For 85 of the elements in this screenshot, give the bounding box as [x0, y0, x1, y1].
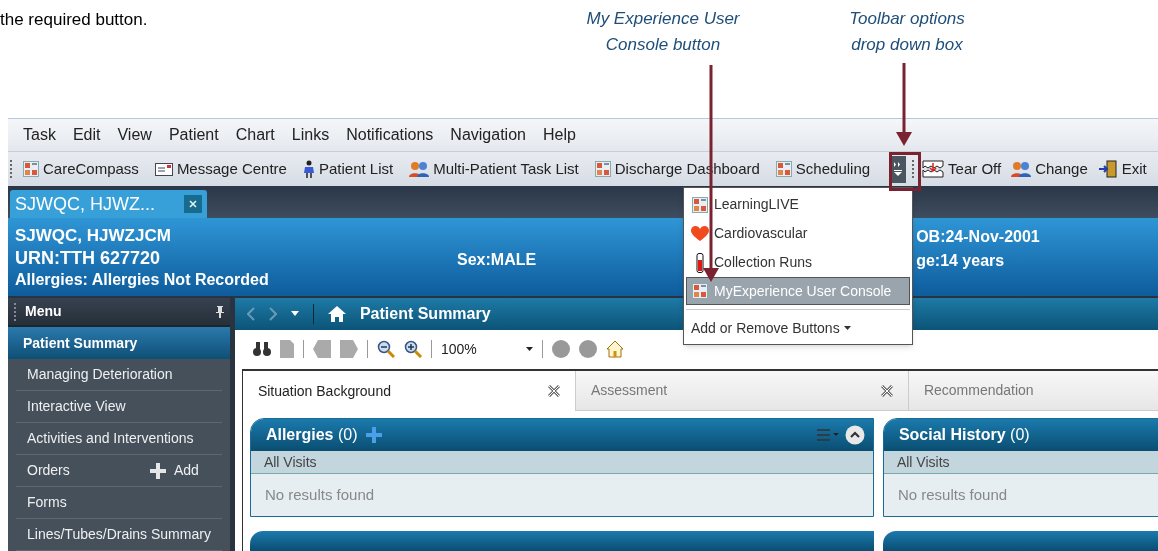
- empty-message: No results found: [897, 484, 1008, 505]
- toolbar-button[interactable]: Change: [1006, 157, 1093, 181]
- chevron-icon: [894, 162, 903, 167]
- menu-item[interactable]: Help: [535, 123, 583, 147]
- menu-item[interactable]: Task: [16, 123, 63, 147]
- dashboard-icon: [692, 196, 708, 213]
- panel-title: Allergies (0): [265, 425, 358, 445]
- grip-handle-icon: [14, 302, 16, 321]
- toolbar-button[interactable]: CareCompass: [15, 157, 147, 181]
- instruction-text: the required button.: [0, 9, 148, 31]
- close-icon[interactable]: [184, 195, 202, 213]
- empty-message: No results found: [264, 484, 375, 505]
- dropdown-item[interactable]: Collection Runs: [686, 248, 910, 277]
- zoom-in-icon[interactable]: [403, 340, 422, 359]
- dashboard-icon: [692, 283, 708, 299]
- toolbar-button[interactable]: Multi-Patient Task List: [401, 157, 587, 181]
- binoculars-icon[interactable]: [252, 342, 271, 357]
- sidebar-item[interactable]: Activities and Interventions: [16, 423, 222, 455]
- panel-title: Social History (0): [898, 425, 1030, 445]
- menu-item[interactable]: Navigation: [443, 123, 533, 147]
- envelope-icon: [154, 162, 173, 176]
- patient-sex: Sex:MALE: [457, 250, 537, 270]
- allergy-status: Allergies: Allergies Not Recorded: [15, 270, 270, 290]
- add-button[interactable]: Add: [149, 460, 211, 481]
- sidebar-item[interactable]: Lines/Tubes/Drains Summary: [16, 519, 222, 551]
- tab[interactable]: Assessment: [574, 371, 908, 411]
- toolbar-button[interactable]: Scheduling: [767, 157, 879, 181]
- circle-icon[interactable]: [551, 340, 570, 359]
- person-icon: [302, 160, 315, 178]
- menu-item[interactable]: Patient: [161, 123, 226, 147]
- pin-icon[interactable]: [215, 305, 224, 318]
- circle-icon[interactable]: [578, 340, 597, 359]
- toolbar-button[interactable]: Message Centre: [146, 157, 295, 181]
- close-icon[interactable]: [880, 384, 893, 397]
- add-icon[interactable]: [365, 427, 382, 443]
- close-icon[interactable]: [547, 385, 560, 397]
- people-icon: [1011, 161, 1032, 177]
- add-remove-buttons-item[interactable]: Add or Remove Buttons: [684, 314, 912, 342]
- callout-label: Toolbar options drop down box: [848, 8, 966, 56]
- sidebar-item[interactable]: Orders Add: [16, 455, 222, 487]
- sidebar-item[interactable]: Forms: [16, 487, 222, 519]
- caret-icon: [843, 326, 851, 330]
- sidebar-item[interactable]: Patient Summary: [8, 327, 230, 360]
- highlight-frame: [889, 152, 921, 191]
- caret-icon[interactable]: [290, 311, 299, 317]
- filter-label: All Visits: [896, 452, 950, 472]
- zoom-out-icon[interactable]: [376, 340, 395, 359]
- sidebar-item[interactable]: Interactive View: [16, 391, 222, 424]
- sidebar-title: Menu: [25, 302, 62, 322]
- filter-label: All Visits: [263, 452, 317, 472]
- caret-icon: [525, 347, 533, 352]
- toolbar-button[interactable]: Tear Off: [917, 157, 1007, 181]
- patient-dob: OB:24-Nov-2001: [916, 227, 1040, 247]
- grip-handle-icon: [10, 160, 12, 178]
- zoom-select[interactable]: 100%: [440, 338, 533, 360]
- plus-icon: [149, 462, 166, 479]
- heart-icon: [691, 225, 709, 242]
- home-icon[interactable]: [327, 305, 346, 322]
- dashboard-icon: [775, 161, 792, 177]
- house-icon[interactable]: [605, 340, 624, 359]
- dropdown-item[interactable]: LearningLIVE: [686, 190, 910, 219]
- patient-age: ge:14 years: [916, 251, 1006, 271]
- people-icon: [409, 161, 430, 177]
- exit-door-icon: [1097, 160, 1118, 178]
- sidebar-item[interactable]: Managing Deterioration: [16, 359, 222, 392]
- dashboard-icon: [23, 161, 39, 177]
- torn-page-icon: [922, 160, 945, 178]
- menu-item[interactable]: Chart: [228, 123, 282, 147]
- menu-item[interactable]: Notifications: [339, 123, 441, 147]
- grip-handle-icon: [912, 160, 915, 178]
- tab[interactable]: Recommendation: [907, 371, 1158, 411]
- toolbar-button[interactable]: Exit: [1092, 157, 1152, 181]
- caret-icon: [894, 170, 903, 176]
- dropdown-item[interactable]: Cardiovascular: [686, 219, 910, 248]
- collapse-icon[interactable]: [844, 425, 865, 445]
- toolbar-button[interactable]: Patient List: [294, 157, 402, 181]
- menu-item[interactable]: View: [110, 123, 159, 147]
- test-tube-icon: [696, 252, 704, 273]
- patient-name: SJWQC, HJWZJCM: [15, 225, 172, 247]
- patient-urn: URN:TTH 627720: [15, 247, 162, 269]
- menu-item[interactable]: Links: [284, 123, 337, 147]
- dashboard-icon: [594, 161, 611, 177]
- menu-item[interactable]: Edit: [65, 123, 108, 147]
- callout-label: My Experience User Console button: [585, 8, 741, 56]
- page-title: Patient Summary: [359, 303, 491, 324]
